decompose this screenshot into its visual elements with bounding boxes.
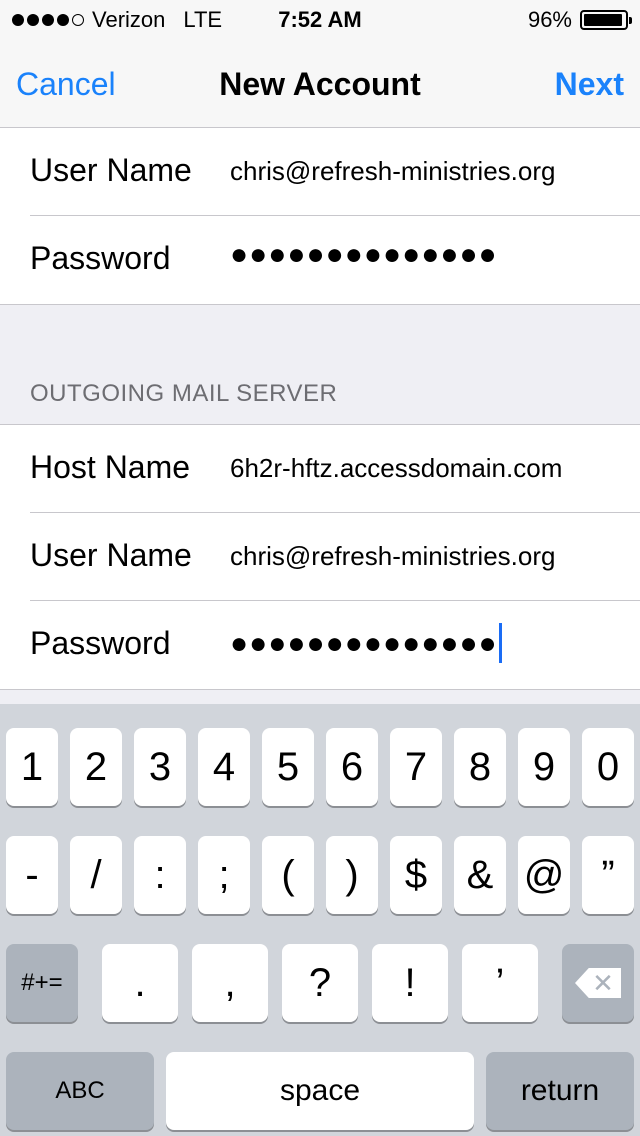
key-symbol[interactable]: ( [262, 836, 314, 914]
outgoing-user-name-field[interactable]: chris@refresh-ministries.org [230, 541, 555, 572]
cancel-button[interactable]: Cancel [16, 66, 116, 103]
status-bar: Verizon LTE 7:52 AM 96% [0, 0, 640, 40]
text-cursor [498, 623, 502, 663]
key-symbol[interactable]: $ [390, 836, 442, 914]
delete-icon: ✕ [575, 968, 621, 998]
key-symbol[interactable]: , [192, 944, 268, 1022]
more-symbols-key[interactable]: #+= [6, 944, 78, 1022]
outgoing-password-row[interactable]: Password ●●●●●●●●●●●●●● [0, 601, 640, 689]
password-dots: ●●●●●●●●●●●●●● [230, 627, 498, 660]
incoming-password-field[interactable]: ●●●●●●●●●●●●●● [230, 238, 498, 272]
key-symbol[interactable]: / [70, 836, 122, 914]
field-label: User Name [30, 152, 192, 188]
key-symbol[interactable]: ; [198, 836, 250, 914]
outgoing-password-field[interactable]: ●●●●●●●●●●●●●● [230, 623, 502, 663]
key-symbol[interactable]: . [102, 944, 178, 1022]
key-symbol[interactable]: ” [582, 836, 634, 914]
outgoing-server-group: Host Name 6h2r-hftz.accessdomain.com Use… [0, 424, 640, 690]
key-2[interactable]: 2 [70, 728, 122, 806]
key-symbol[interactable]: ! [372, 944, 448, 1022]
key-0[interactable]: 0 [582, 728, 634, 806]
battery-percent: 96% [527, 7, 572, 32]
key-symbol[interactable]: : [134, 836, 186, 914]
key-symbol[interactable]: ? [282, 944, 358, 1022]
keyboard: 1 2 3 4 5 6 7 8 9 0 - /:;() $ & @” #+=.,?!’ ✕ ABC space ret… [0, 704, 640, 1136]
field-label: Host Name [30, 449, 191, 485]
incoming-server-group: User Name chris@refresh-ministries.org P… [0, 128, 640, 305]
incoming-user-name-row[interactable]: User Name chris@refresh-ministries.org [0, 128, 640, 216]
key-symbol[interactable]: & [454, 836, 506, 914]
key-1[interactable]: 1 [6, 728, 58, 806]
space-key[interactable]: space [166, 1052, 474, 1130]
abc-key[interactable]: ABC [6, 1052, 154, 1130]
field-label: Password [30, 240, 171, 276]
key-8[interactable]: 8 [454, 728, 506, 806]
incoming-password-row[interactable]: Password ●●●●●●●●●●●●●● [0, 216, 640, 304]
key-symbol[interactable]: ’ [462, 944, 538, 1022]
key-symbol[interactable]: - [6, 836, 58, 914]
next-button[interactable]: Next [555, 66, 624, 103]
return-key[interactable]: return [486, 1052, 634, 1130]
battery-icon [580, 10, 632, 30]
key-9[interactable]: 9 [518, 728, 570, 806]
delete-key[interactable]: ✕ [562, 944, 634, 1022]
key-4[interactable]: 4 [198, 728, 250, 806]
outgoing-user-name-row[interactable]: User Name chris@refresh-ministries.org [0, 513, 640, 601]
key-5[interactable]: 5 [262, 728, 314, 806]
key-6[interactable]: 6 [326, 728, 378, 806]
key-7[interactable]: 7 [390, 728, 442, 806]
key-symbol[interactable]: ) [326, 836, 378, 914]
key-symbol[interactable]: @ [518, 836, 570, 914]
field-label: Password [30, 625, 171, 661]
navigation-bar: Cancel New Account Next [0, 40, 640, 128]
outgoing-host-name-row[interactable]: Host Name 6h2r-hftz.accessdomain.com [0, 425, 640, 513]
incoming-user-name-field[interactable]: chris@refresh-ministries.org [230, 156, 555, 187]
key-3[interactable]: 3 [134, 728, 186, 806]
field-label: User Name [30, 537, 192, 573]
outgoing-host-name-field[interactable]: 6h2r-hftz.accessdomain.com [230, 453, 562, 484]
section-header-outgoing: OUTGOING MAIL SERVER [30, 380, 338, 407]
battery-status: 96% [527, 7, 632, 33]
